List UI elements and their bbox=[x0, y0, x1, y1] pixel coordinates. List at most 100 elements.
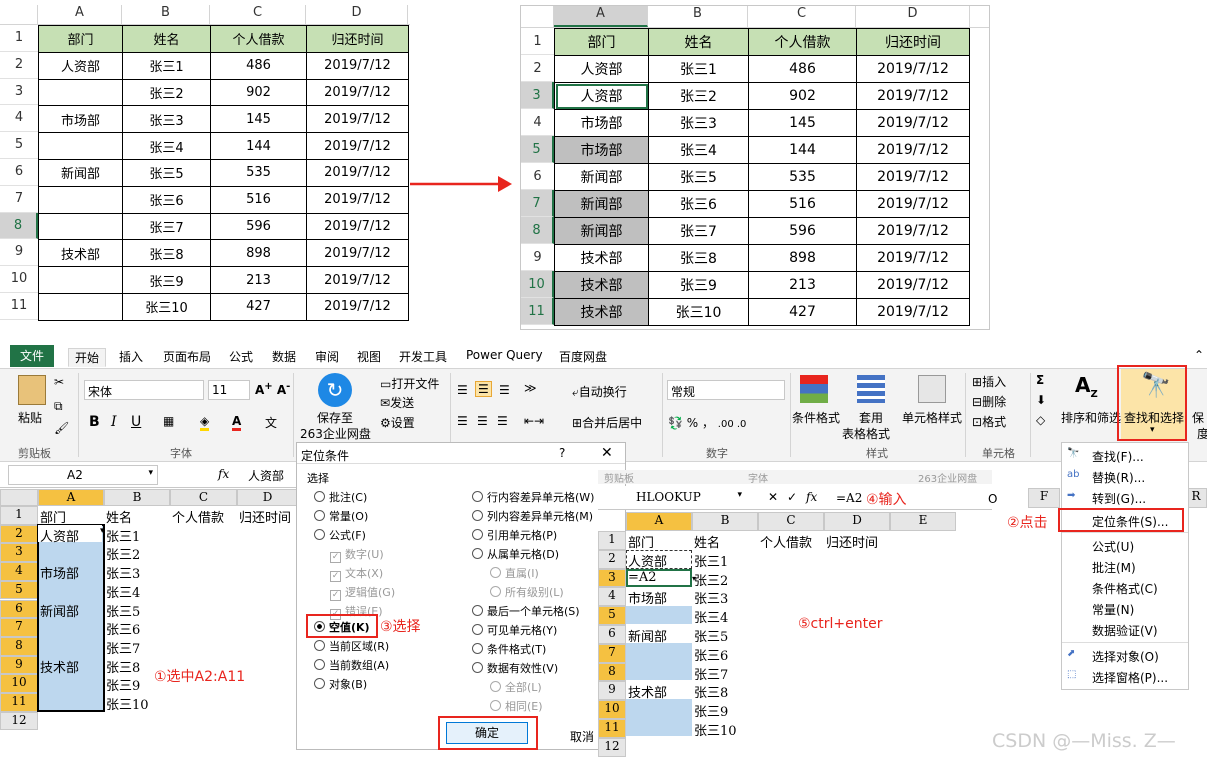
table-cell[interactable]: 人资部 bbox=[554, 55, 649, 83]
align-right-icon[interactable]: ☰ bbox=[497, 414, 508, 428]
italic-icon[interactable]: I bbox=[111, 414, 117, 430]
table-cell[interactable]: 902 bbox=[210, 78, 307, 107]
table-cell[interactable]: 张三7 bbox=[648, 217, 749, 245]
name-cell[interactable]: 张三5 bbox=[694, 626, 728, 645]
formula-dropdown-arrow-icon[interactable]: ▾ bbox=[692, 574, 696, 583]
table-cell[interactable]: 张三9 bbox=[122, 266, 211, 294]
option-radio[interactable]: 当前区域(R) bbox=[314, 638, 389, 654]
align-center-icon[interactable]: ☰ bbox=[477, 414, 488, 428]
table-cell[interactable]: 2019/7/12 bbox=[306, 266, 409, 294]
table-cell[interactable] bbox=[38, 266, 123, 294]
menu-item[interactable]: 选择对象(O) bbox=[1092, 648, 1159, 665]
header-cell[interactable]: 部门 bbox=[554, 28, 649, 56]
row-header[interactable]: 9 bbox=[0, 239, 38, 267]
table-cell[interactable]: 486 bbox=[748, 55, 857, 83]
header-cell[interactable]: 部门 bbox=[38, 25, 123, 53]
row-header[interactable]: 6 bbox=[521, 163, 554, 190]
align-bottom-icon[interactable]: ☰ bbox=[499, 383, 510, 397]
table-cell[interactable]: 技术部 bbox=[554, 271, 649, 299]
option-radio[interactable]: 当前数组(A) bbox=[314, 657, 389, 673]
col-header-b[interactable]: B bbox=[122, 5, 210, 24]
row-header[interactable]: 11 bbox=[0, 293, 38, 320]
cancel-x-icon[interactable]: ✕ bbox=[768, 490, 778, 504]
table-cell[interactable] bbox=[38, 132, 123, 160]
table-cell[interactable]: 144 bbox=[210, 132, 307, 160]
row-header[interactable]: 10 bbox=[598, 700, 626, 719]
tab-view[interactable]: 视图 bbox=[357, 348, 381, 365]
row-header[interactable]: 4 bbox=[0, 562, 38, 581]
cut-icon[interactable]: ✂ bbox=[54, 375, 64, 389]
copy-icon[interactable]: ⧉ bbox=[54, 399, 63, 414]
row-header[interactable]: 5 bbox=[521, 136, 554, 163]
table-cell[interactable]: 213 bbox=[748, 271, 857, 299]
bold-icon[interactable]: B bbox=[89, 414, 100, 430]
table-cell[interactable]: 898 bbox=[210, 239, 307, 268]
row-header[interactable]: 4 bbox=[598, 587, 626, 607]
name-cell[interactable]: 张三3 bbox=[694, 588, 728, 607]
number-format-select[interactable]: 常规 bbox=[667, 380, 785, 400]
corner-cell[interactable] bbox=[521, 6, 554, 27]
option-radio[interactable]: 常量(O) bbox=[314, 508, 368, 524]
name-cell[interactable]: 张三8 bbox=[694, 682, 728, 701]
option-radio[interactable]: 全部(L) bbox=[490, 679, 542, 695]
table-cell[interactable]: 新闻部 bbox=[554, 217, 649, 245]
row-header[interactable]: 4 bbox=[521, 109, 554, 136]
col-header[interactable]: C bbox=[758, 512, 824, 531]
name-cell[interactable]: 张三2 bbox=[106, 544, 140, 563]
table-cell[interactable]: 2019/7/12 bbox=[856, 82, 970, 110]
sort-filter-icon[interactable]: AZ bbox=[1075, 373, 1098, 400]
row-header[interactable]: 6 bbox=[0, 599, 38, 619]
name-box-2[interactable]: HLOOKUP ▾ bbox=[606, 488, 746, 508]
menu-item[interactable]: 公式(U) bbox=[1092, 538, 1134, 555]
send-button[interactable]: ✉发送 bbox=[380, 394, 414, 411]
table-cell[interactable]: 2019/7/12 bbox=[306, 78, 409, 107]
orientation-icon[interactable]: ≫ bbox=[524, 381, 537, 395]
name-box-1[interactable]: A2 ▾ bbox=[8, 465, 158, 485]
row-header[interactable]: 1 bbox=[598, 531, 626, 550]
row-header[interactable]: 9 bbox=[598, 681, 626, 701]
align-middle-icon[interactable]: ☰ bbox=[475, 381, 492, 397]
close-icon[interactable]: ✕ bbox=[601, 445, 613, 461]
table-cell[interactable] bbox=[38, 292, 123, 321]
name-cell[interactable]: 张三10 bbox=[106, 694, 149, 713]
dept-cell[interactable]: 市场部 bbox=[628, 588, 667, 607]
sort-filter-button[interactable]: 排序和筛选 bbox=[1061, 409, 1121, 426]
table-cell[interactable]: 技术部 bbox=[38, 239, 123, 268]
menu-item[interactable]: 选择窗格(P)... bbox=[1092, 669, 1168, 686]
table-format-icon[interactable] bbox=[857, 375, 885, 403]
row-header[interactable]: 3 bbox=[0, 543, 38, 563]
col-header-c[interactable]: C bbox=[748, 6, 856, 27]
table-cell[interactable]: 新闻部 bbox=[554, 163, 649, 191]
table-cell[interactable]: 张三4 bbox=[648, 136, 749, 164]
table-cell[interactable]: 张三10 bbox=[648, 298, 749, 326]
option-radio[interactable]: 公式(F) bbox=[314, 527, 366, 543]
font-size-select[interactable]: 11 bbox=[208, 380, 250, 400]
tab-data[interactable]: 数据 bbox=[272, 348, 296, 365]
name-cell[interactable]: 张三9 bbox=[106, 675, 140, 694]
tab-file[interactable]: 文件 bbox=[10, 345, 55, 367]
cloud-save-icon[interactable]: ↻ bbox=[318, 373, 352, 407]
font-color-icon[interactable]: A bbox=[232, 414, 242, 431]
col-header-a[interactable]: A bbox=[38, 5, 122, 24]
table-cell[interactable]: 2019/7/12 bbox=[306, 51, 409, 80]
table-cell[interactable]: 2019/7/12 bbox=[306, 132, 409, 160]
table-cell[interactable]: 2019/7/12 bbox=[306, 239, 409, 268]
table-cell[interactable]: 596 bbox=[210, 212, 307, 241]
menu-item[interactable]: 数据验证(V) bbox=[1092, 622, 1158, 639]
grow-font-icon[interactable]: A+ A- bbox=[255, 381, 290, 397]
header-cell[interactable]: 个人借款 bbox=[760, 532, 812, 551]
row-header[interactable]: 2 bbox=[598, 549, 626, 569]
row-header[interactable]: 7 bbox=[521, 190, 554, 217]
table-cell[interactable]: 新闻部 bbox=[38, 158, 123, 187]
menu-item[interactable]: 转到(G)... bbox=[1092, 490, 1146, 507]
table-cell[interactable]: 张三6 bbox=[648, 190, 749, 218]
table-cell[interactable]: 2019/7/12 bbox=[856, 244, 970, 272]
table-cell[interactable]: 张三9 bbox=[648, 271, 749, 299]
table-cell[interactable]: 张三10 bbox=[122, 292, 211, 321]
table-cell[interactable]: 张三3 bbox=[122, 105, 211, 134]
name-cell[interactable]: 张三7 bbox=[106, 638, 140, 657]
table-cell[interactable]: 2019/7/12 bbox=[306, 105, 409, 134]
header-cell[interactable]: 个人借款 bbox=[172, 507, 224, 526]
table-cell[interactable]: 427 bbox=[748, 298, 857, 326]
table-cell[interactable]: 人资部 bbox=[554, 82, 649, 110]
